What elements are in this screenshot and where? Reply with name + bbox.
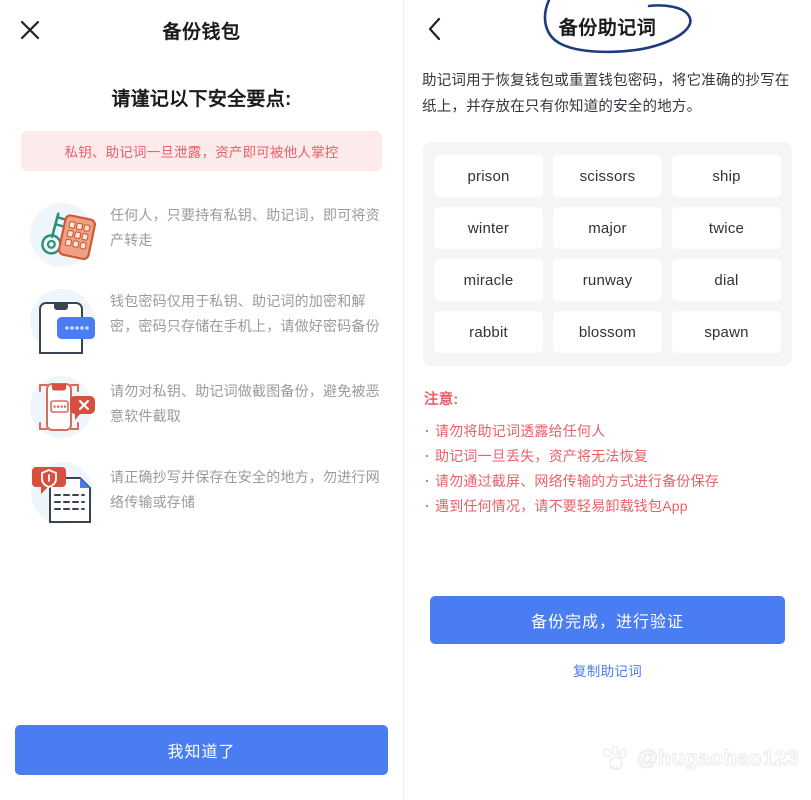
security-tips-list: 任何人，只要持有私钥、助记词，即可将资产转走 钱包密码仅用于私钥、助记词的加密和… <box>0 193 403 535</box>
verify-backup-button[interactable]: 备份完成，进行验证 <box>430 596 785 644</box>
secure-document-icon <box>14 451 110 535</box>
list-item: 钱包密码仅用于私钥、助记词的加密和解密，密码只存储在手机上，请做好密码备份 <box>14 279 383 363</box>
mnemonic-word[interactable]: dial <box>672 259 781 301</box>
mnemonic-word[interactable]: winter <box>434 207 543 249</box>
section-heading: 请谨记以下安全要点: <box>111 89 292 110</box>
mnemonic-word[interactable]: miracle <box>434 259 543 301</box>
mnemonic-word[interactable]: prison <box>434 155 543 197</box>
list-item-label: 钱包密码仅用于私钥、助记词的加密和解密，密码只存储在手机上，请做好密码备份 <box>110 293 380 334</box>
list-item: 请勿将助记词透露给任何人 <box>424 418 811 444</box>
mnemonic-word[interactable]: rabbit <box>434 311 543 353</box>
copy-mnemonic-link[interactable]: 复制助记词 <box>573 660 642 680</box>
mnemonic-description: 助记词用于恢复钱包或重置钱包密码，将它准确的抄写在纸上，并存放在只有你知道的安全… <box>422 73 790 115</box>
mnemonic-word[interactable]: ship <box>672 155 781 197</box>
svg-text:du: du <box>610 765 618 772</box>
list-item-label: 请勿对私钥、助记词做截图备份，避免被恶意软件截取 <box>110 383 380 424</box>
watermark: du @hugaohao123 <box>601 746 799 772</box>
notice-list: 请勿将助记词透露给任何人 助记词一旦丢失，资产将无法恢复 请勿通过截屏、网络传输… <box>424 418 811 519</box>
i-know-button[interactable]: 我知道了 <box>15 725 388 775</box>
list-item: 遇到任何情况，请不要轻易卸载钱包App <box>424 493 811 519</box>
mnemonic-word[interactable]: scissors <box>553 155 662 197</box>
no-screenshot-icon <box>14 365 110 449</box>
list-item-label: 请正确抄写并保存在安全的地方，勿进行网络传输或存储 <box>110 469 380 510</box>
list-item: 请勿对私钥、助记词做截图备份，避免被恶意软件截取 <box>14 365 383 449</box>
mnemonic-word[interactable]: spawn <box>672 311 781 353</box>
baidu-paw-icon: du <box>603 746 627 772</box>
left-topbar: 备份钱包 <box>0 0 403 60</box>
close-icon[interactable] <box>14 14 46 46</box>
right-topbar: 备份助记词 <box>404 0 811 60</box>
notice-title: 注意: <box>424 392 459 408</box>
alert-banner: 私钥、助记词一旦泄露，资产即可被他人掌控 <box>21 131 382 171</box>
watermark-handle: @hugaohao123 <box>637 747 799 771</box>
page-title: 备份钱包 <box>162 21 241 43</box>
mnemonic-word[interactable]: blossom <box>553 311 662 353</box>
key-and-keypad-icon <box>14 193 110 277</box>
phone-password-icon <box>14 279 110 363</box>
list-item: 任何人，只要持有私钥、助记词，即可将资产转走 <box>14 193 383 277</box>
cta-group: 备份完成，进行验证 复制助记词 <box>404 596 811 681</box>
mnemonic-word-grid: prison scissors ship winter major twice … <box>423 142 792 366</box>
page-title: 备份助记词 <box>558 17 657 39</box>
backup-mnemonic-panel: 备份助记词 助记词用于恢复钱包或重置钱包密码，将它准确的抄写在纸上，并存放在只有… <box>404 0 811 800</box>
mnemonic-word[interactable]: runway <box>553 259 662 301</box>
backup-wallet-panel: 备份钱包 请谨记以下安全要点: 私钥、助记词一旦泄露，资产即可被他人掌控 任何人… <box>0 0 404 800</box>
list-item: 请勿通过截屏、网络传输的方式进行备份保存 <box>424 468 811 494</box>
list-item: 助记词一旦丢失，资产将无法恢复 <box>424 443 811 469</box>
mnemonic-word[interactable]: twice <box>672 207 781 249</box>
mnemonic-word[interactable]: major <box>553 207 662 249</box>
list-item: 请正确抄写并保存在安全的地方，勿进行网络传输或存储 <box>14 451 383 535</box>
wallet-backup-screens: 备份钱包 请谨记以下安全要点: 私钥、助记词一旦泄露，资产即可被他人掌控 任何人… <box>0 0 811 800</box>
list-item-label: 任何人，只要持有私钥、助记词，即可将资产转走 <box>110 207 380 248</box>
